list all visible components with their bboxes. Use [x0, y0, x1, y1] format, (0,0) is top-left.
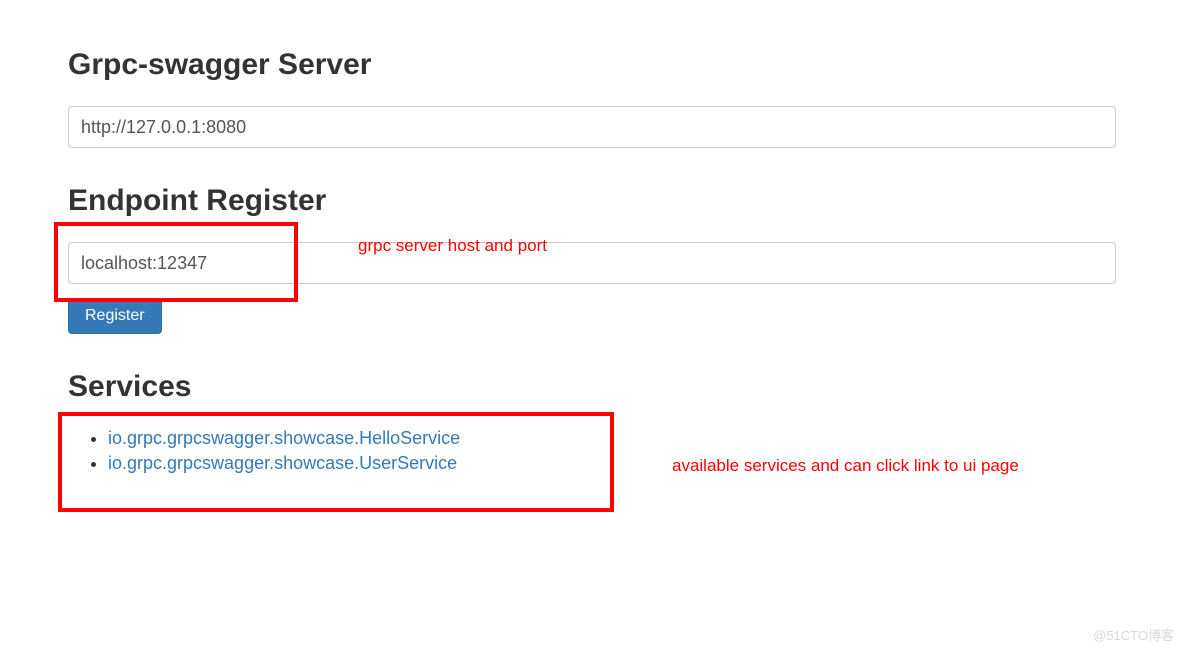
- services-section: Services available services and can clic…: [68, 370, 1116, 474]
- services-list: io.grpc.grpcswagger.showcase.HelloServic…: [68, 428, 1116, 474]
- endpoint-input[interactable]: [68, 242, 1116, 284]
- endpoint-input-wrap: grpc server host and port: [68, 242, 1116, 284]
- page-container: Grpc-swagger Server Endpoint Register gr…: [0, 0, 1184, 498]
- endpoint-section-title: Endpoint Register: [68, 184, 1116, 218]
- services-list-wrap: available services and can click link to…: [68, 428, 1116, 474]
- service-link[interactable]: io.grpc.grpcswagger.showcase.HelloServic…: [108, 428, 460, 448]
- list-item: io.grpc.grpcswagger.showcase.UserService: [108, 453, 1116, 474]
- register-button[interactable]: Register: [68, 298, 162, 334]
- endpoint-area: grpc server host and port Register: [68, 242, 1116, 334]
- server-url-row: [68, 106, 1116, 148]
- services-section-title: Services: [68, 370, 1116, 404]
- service-link[interactable]: io.grpc.grpcswagger.showcase.UserService: [108, 453, 457, 473]
- page-title: Grpc-swagger Server: [68, 48, 1116, 82]
- list-item: io.grpc.grpcswagger.showcase.HelloServic…: [108, 428, 1116, 449]
- server-url-input[interactable]: [68, 106, 1116, 148]
- watermark: @51CTO博客: [1093, 625, 1174, 644]
